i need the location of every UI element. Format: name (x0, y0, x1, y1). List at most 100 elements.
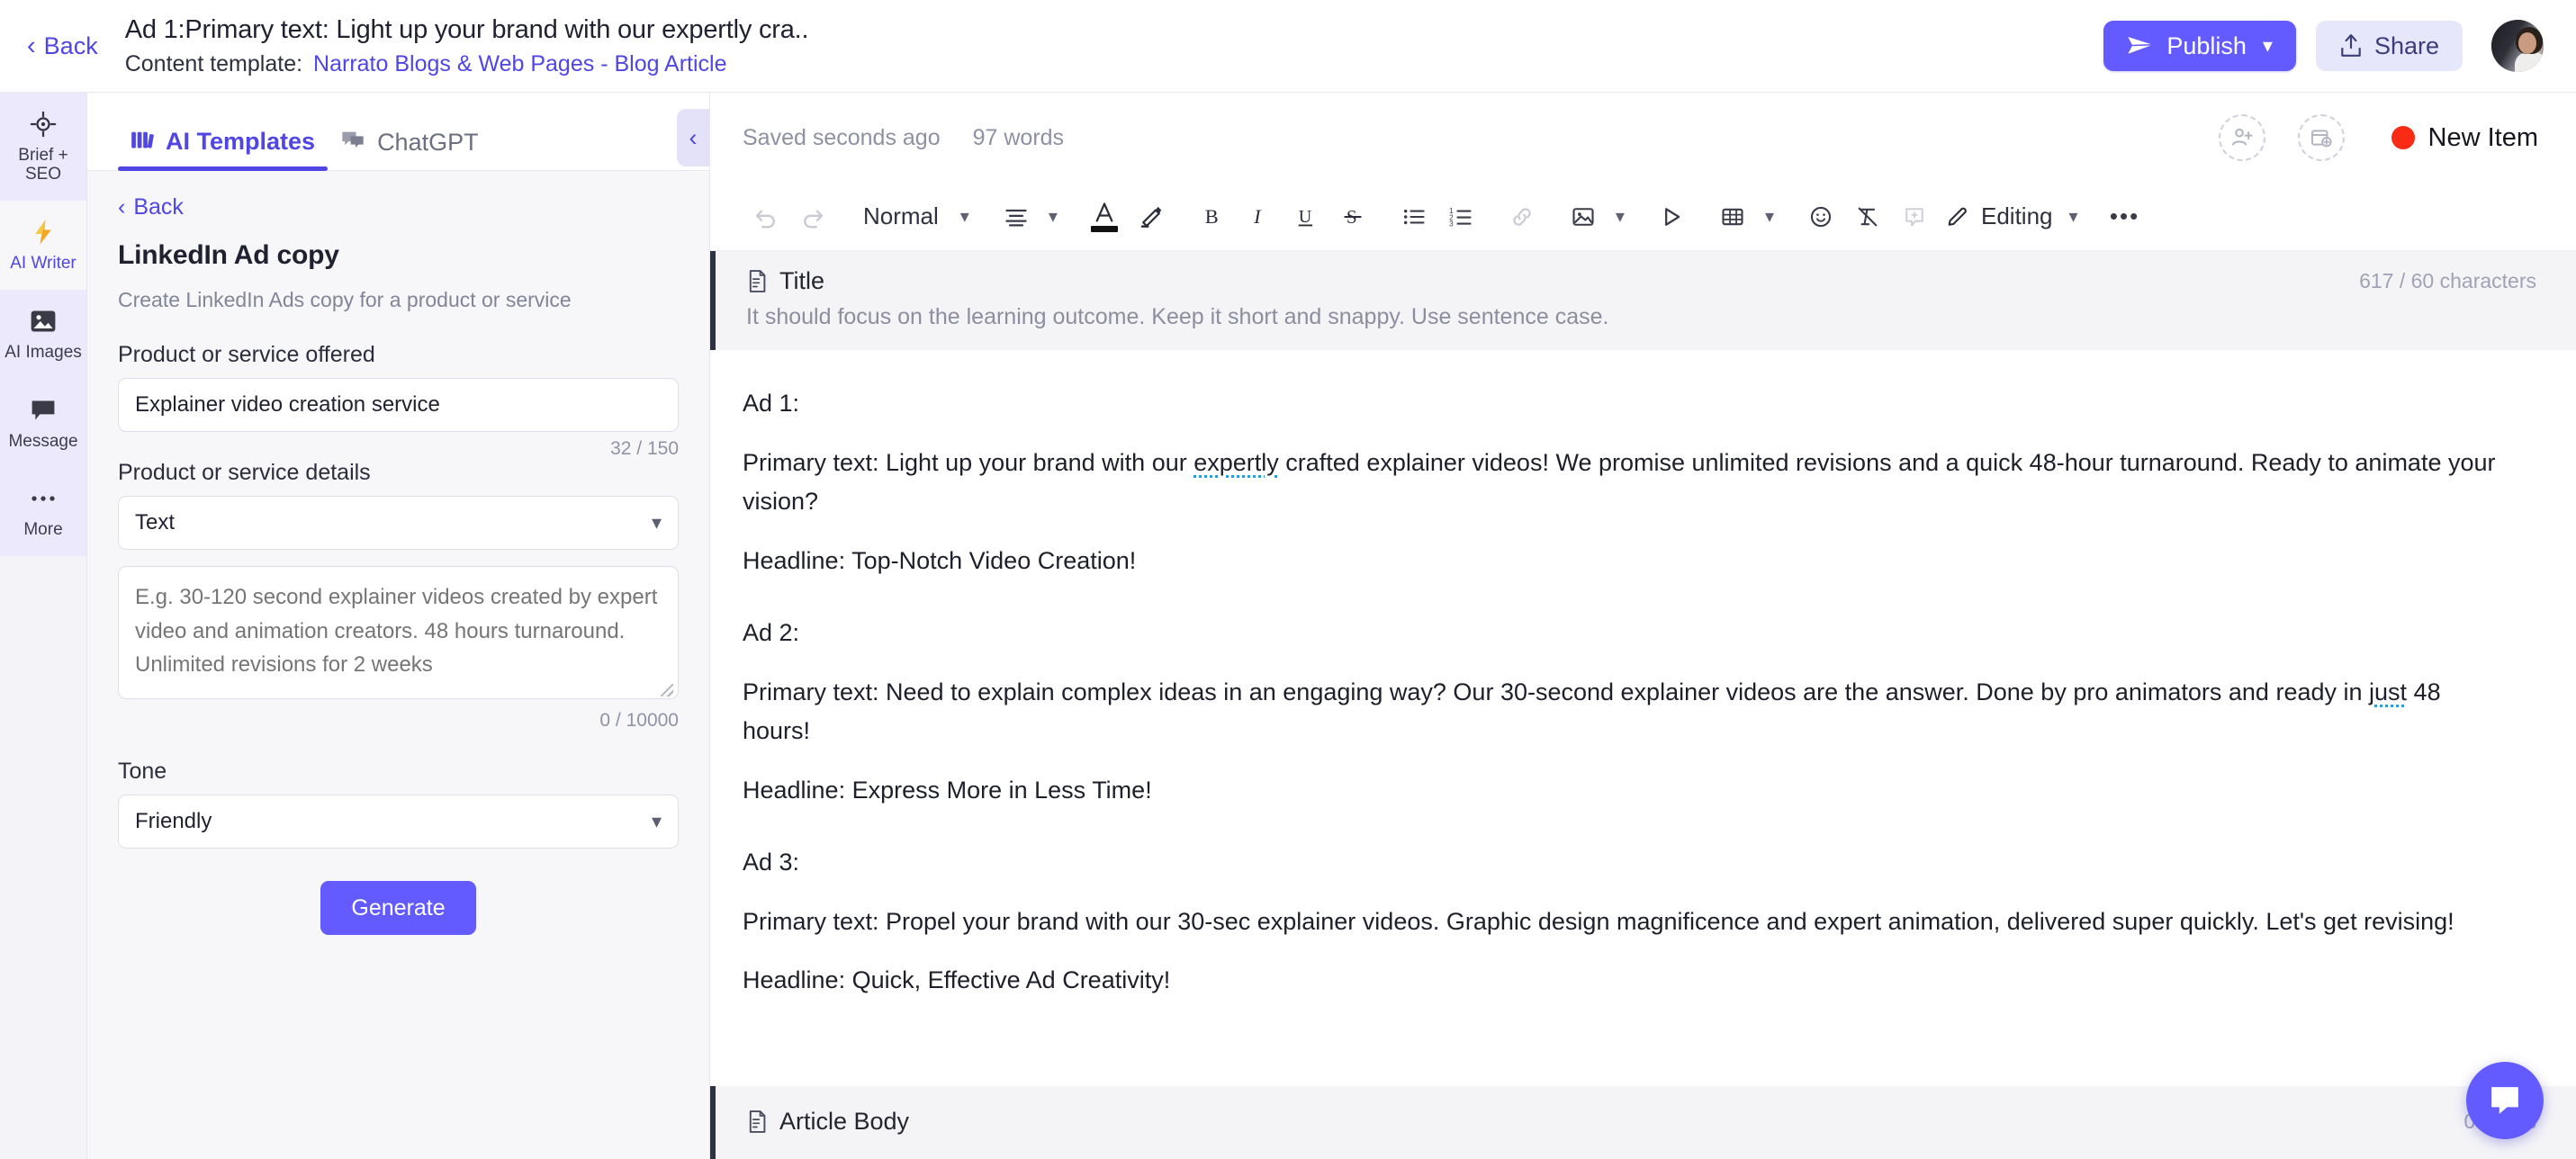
paragraph: Headline: Quick, Effective Ad Creativity… (743, 966, 1171, 994)
chevron-left-icon: ‹ (27, 31, 36, 60)
highlight-button[interactable] (1128, 193, 1175, 240)
chevron-down-icon[interactable]: ▾ (1040, 205, 1067, 228)
publish-button-label: Publish (2166, 31, 2247, 59)
sidebar-item-more[interactable]: More (0, 467, 86, 557)
chevron-down-icon: ▾ (2262, 34, 2273, 57)
collapse-panel-button[interactable]: ‹ (677, 109, 709, 166)
misspelled-word[interactable]: just (2369, 678, 2407, 705)
chevron-left-icon: ‹ (118, 194, 126, 220)
font-color-icon (1090, 202, 1118, 232)
content-template-link[interactable]: Narrato Blogs & Web Pages - Blog Article (313, 51, 726, 77)
template-description: Create LinkedIn Ads copy for a product o… (118, 288, 572, 311)
chevron-down-icon[interactable]: ▾ (2059, 205, 2086, 228)
tone-select[interactable]: Friendly ▾ (118, 795, 679, 849)
back-button[interactable]: ‹ Back (27, 32, 98, 60)
templates-icon (131, 128, 154, 156)
status-badge[interactable]: New Item (2391, 123, 2538, 153)
chevron-down-icon[interactable]: ▾ (951, 205, 978, 228)
document-icon (746, 1110, 768, 1134)
misspelled-word[interactable]: expertly (1193, 449, 1279, 476)
add-comment-button[interactable] (1891, 193, 1938, 240)
sidebar-item-label: AI Images (5, 342, 82, 362)
font-color-swatch (1090, 225, 1118, 232)
tone-value: Friendly (135, 809, 212, 834)
assign-user-button[interactable] (2218, 114, 2265, 161)
insert-table-button[interactable] (1709, 193, 1756, 240)
svg-text:3: 3 (1449, 220, 1454, 228)
content-template-row: Content template: Narrato Blogs & Web Pa… (125, 51, 2104, 77)
share-upload-icon (2341, 34, 2361, 57)
redo-button[interactable] (789, 193, 836, 240)
publish-button[interactable]: Publish ▾ (2103, 21, 2296, 71)
document-body[interactable]: Ad 1: Primary text: Light up your brand … (710, 350, 2576, 1001)
editor-status-bar: Saved seconds ago 97 words New Item (710, 93, 2576, 183)
paragraph: Primary text: Need to explain complex id… (743, 673, 2498, 751)
emoji-icon (1810, 206, 1832, 227)
editing-mode-button[interactable]: Editing (1938, 202, 2060, 230)
target-icon (30, 111, 57, 138)
align-button[interactable] (993, 193, 1040, 240)
details-type-value: Text (135, 510, 176, 535)
tone-field-group: Tone Friendly ▾ (118, 759, 679, 849)
sidebar-item-ai-images[interactable]: AI Images (0, 289, 86, 379)
product-field-label: Product or service offered (118, 342, 375, 368)
details-type-select[interactable]: Text ▾ (118, 496, 679, 551)
insert-video-button[interactable] (1648, 193, 1695, 240)
app-root: ‹ Back Ad 1:Primary text: Light up your … (0, 0, 2576, 1159)
set-due-date-button[interactable] (2297, 114, 2345, 161)
more-options-button[interactable]: ••• (2102, 193, 2148, 240)
generate-button[interactable]: Generate (320, 881, 476, 936)
paragraph-text: Primary text: Need to explain complex id… (743, 678, 2370, 705)
sidebar-item-ai-writer[interactable]: AI Writer (0, 200, 86, 290)
status-badge-label: New Item (2427, 122, 2538, 152)
chevron-down-icon: ▾ (651, 511, 662, 535)
document-area: Title 617 / 60 characters It should focu… (710, 251, 2576, 1159)
sidebar-item-message[interactable]: Message (0, 378, 86, 468)
details-textarea[interactable] (118, 566, 679, 700)
chat-support-button[interactable] (2466, 1062, 2544, 1139)
paragraph-style-select[interactable]: Normal (851, 193, 951, 240)
section-hint: It should focus on the learning outcome.… (746, 304, 1609, 329)
product-input[interactable] (118, 378, 679, 433)
tab-ai-templates[interactable]: AI Templates (118, 128, 329, 171)
italic-button[interactable]: I (1236, 193, 1283, 240)
numbered-list-button[interactable]: 123 (1437, 193, 1484, 240)
chat-icon (340, 130, 365, 156)
pencil-icon (1948, 207, 1967, 226)
chevron-down-icon[interactable]: ▾ (1756, 205, 1783, 228)
sidebar-item-brief-seo[interactable]: Brief + SEO (0, 93, 86, 201)
chat-bubble-icon (2491, 1087, 2518, 1114)
underline-button[interactable]: U (1283, 193, 1329, 240)
emoji-button[interactable] (1797, 193, 1844, 240)
paper-plane-icon (2128, 37, 2154, 54)
undo-button[interactable] (743, 193, 789, 240)
paragraph: Headline: Top-Notch Video Creation! (743, 547, 1137, 575)
editing-mode-label: Editing (1980, 202, 2053, 229)
share-button-label: Share (2373, 31, 2439, 59)
word-count: 97 words (972, 124, 1065, 150)
top-header: ‹ Back Ad 1:Primary text: Light up your … (0, 0, 2576, 93)
panel-back-button[interactable]: ‹ Back (118, 194, 679, 220)
section-title-block: Title 617 / 60 characters It should focu… (710, 251, 2576, 350)
add-user-icon (2231, 128, 2253, 146)
panel-back-label: Back (133, 194, 184, 220)
section-header: Title 617 / 60 characters (716, 251, 2576, 304)
avatar[interactable] (2491, 20, 2544, 72)
strikethrough-button[interactable]: S (1329, 193, 1376, 240)
clear-format-button[interactable] (1844, 193, 1891, 240)
insert-image-button[interactable] (1560, 193, 1607, 240)
bold-button[interactable]: B (1189, 193, 1236, 240)
link-button[interactable] (1499, 193, 1545, 240)
section-article-body-block: Article Body 0 words (710, 1086, 2576, 1159)
paragraph: Primary text: Propel your brand with our… (743, 907, 2454, 935)
section-character-count: 617 / 60 characters (2359, 269, 2536, 292)
tab-chatgpt[interactable]: ChatGPT (328, 130, 491, 170)
avatar-face (2518, 31, 2537, 54)
paragraph: Ad 2: (743, 618, 800, 646)
section-name: Article Body (779, 1108, 910, 1135)
font-color-button[interactable] (1081, 193, 1128, 240)
editor-pane: Saved seconds ago 97 words New Item Norm… (710, 93, 2576, 1159)
bullet-list-button[interactable] (1391, 193, 1437, 240)
share-button[interactable]: Share (2315, 21, 2463, 71)
chevron-down-icon[interactable]: ▾ (1607, 205, 1634, 228)
